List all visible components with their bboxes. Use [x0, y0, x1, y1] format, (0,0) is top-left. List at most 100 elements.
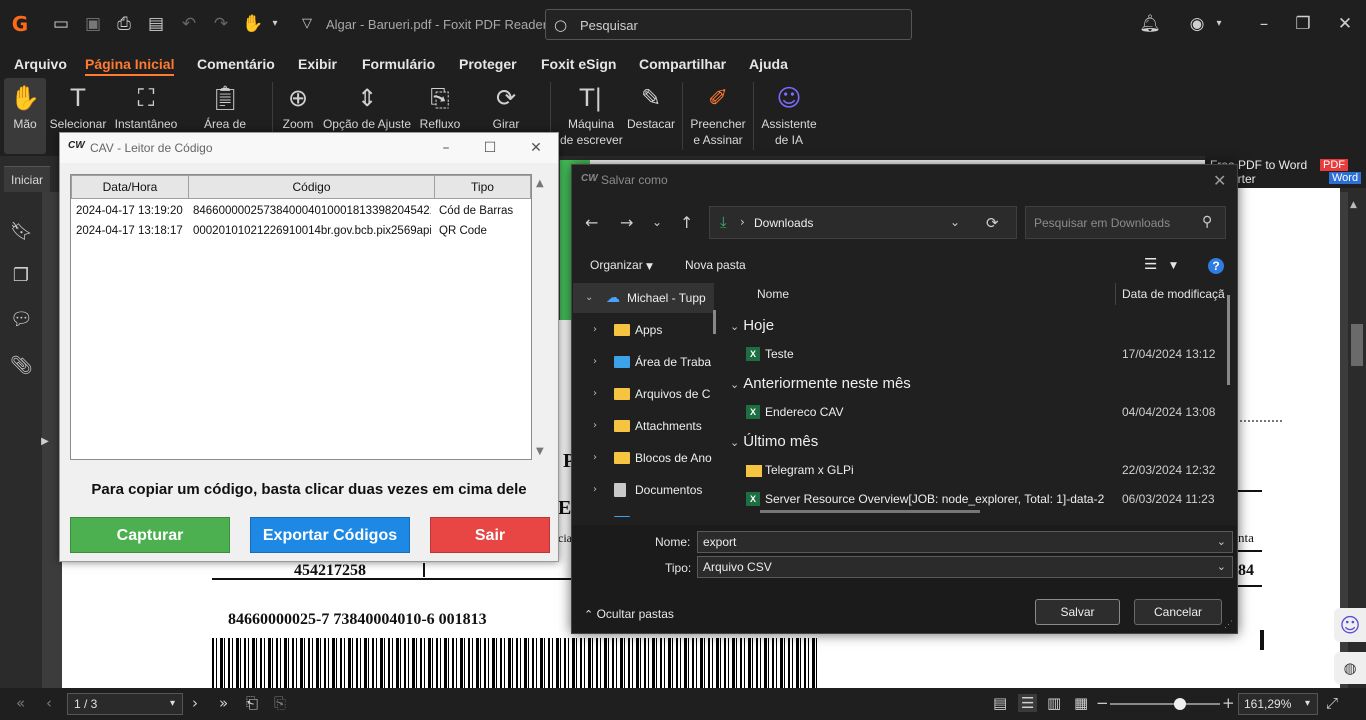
row-1-type[interactable]: Cód de Barras: [439, 205, 529, 217]
recent-locations-icon[interactable]: ⌄: [652, 215, 662, 229]
export-codes-button[interactable]: Exportar Códigos: [250, 517, 410, 553]
file-name-input[interactable]: export ⌄: [697, 531, 1233, 553]
column-header-name[interactable]: Nome: [757, 287, 789, 301]
menu-formulario[interactable]: Formulário: [362, 56, 435, 72]
cancel-button[interactable]: Cancelar: [1134, 599, 1222, 625]
fullscreen-icon[interactable]: ⤢: [1326, 694, 1338, 712]
ai-assistant-button[interactable]: ☺ Assistente de IA: [760, 78, 818, 154]
zoom-out-icon[interactable]: −: [1096, 694, 1109, 712]
highlight-button[interactable]: ✎ Destacar: [626, 78, 676, 154]
column-header-date[interactable]: Data de modificaçã: [1122, 287, 1225, 301]
tree-item-blocos[interactable]: › Blocos de Ano: [573, 443, 714, 473]
hand-tool-icon[interactable]: ✋: [242, 13, 264, 35]
search-input[interactable]: ○ Pesquisar: [545, 9, 912, 40]
previous-view-icon[interactable]: ⎗: [246, 694, 258, 712]
refresh-icon[interactable]: ⟳: [986, 214, 999, 232]
account-dropdown-icon[interactable]: ▾: [1208, 13, 1230, 35]
menu-pagina-inicial[interactable]: Página Inicial: [85, 56, 175, 76]
customize-toolbar-icon[interactable]: ▽: [296, 13, 318, 35]
group-today[interactable]: ⌄ Hoje: [730, 317, 774, 334]
up-folder-icon[interactable]: ↑: [680, 213, 693, 232]
address-bar[interactable]: ⤓ › Downloads ⌄ ⟳: [709, 206, 1017, 239]
first-page-icon[interactable]: «: [16, 694, 25, 712]
menu-foxit-esign[interactable]: Foxit eSign: [541, 56, 616, 72]
file-row[interactable]: X Teste 17/04/2024 13:12: [722, 345, 1227, 367]
hand-tool-button[interactable]: ✋ Mão: [4, 78, 46, 154]
tree-item-attachments[interactable]: › Attachments: [573, 411, 714, 441]
view-options-icon[interactable]: ☰: [1144, 255, 1157, 273]
page-number-input[interactable]: 1 / 3 ▾: [67, 693, 183, 715]
new-folder-button[interactable]: Nova pasta: [685, 258, 746, 272]
column-header-type[interactable]: Tipo: [434, 175, 531, 199]
ai-assistant-floating-icon[interactable]: ☺: [1334, 608, 1366, 642]
last-page-icon[interactable]: »: [219, 694, 228, 712]
resize-grip-icon[interactable]: ⋰: [1224, 619, 1233, 630]
organize-menu[interactable]: Organizar ▼: [590, 258, 653, 272]
save-dialog-close-icon[interactable]: ✕: [1213, 171, 1226, 190]
hide-folders-toggle[interactable]: ⌃ Ocultar pastas: [584, 607, 674, 621]
ai-chat-floating-icon[interactable]: ◍: [1334, 652, 1366, 684]
scroll-up-icon[interactable]: ▲: [1350, 200, 1357, 210]
comments-icon[interactable]: 💬︎: [10, 308, 33, 332]
single-page-view-icon[interactable]: ▤: [993, 694, 1007, 712]
scroll-down-icon[interactable]: ▼: [536, 446, 544, 457]
menu-arquivo[interactable]: Arquivo: [14, 56, 67, 72]
tree-item-desktop[interactable]: › Área de Traba: [573, 347, 714, 377]
column-header-code[interactable]: Código: [188, 175, 435, 199]
zoom-slider[interactable]: [1110, 698, 1220, 710]
page-thumbnails-icon[interactable]: ❐: [10, 264, 32, 288]
row-2-type[interactable]: QR Code: [439, 225, 529, 237]
redo-icon[interactable]: ↷: [210, 13, 232, 35]
save-icon[interactable]: ▣: [82, 13, 104, 35]
group-last-month[interactable]: ⌄ Último mês: [730, 433, 818, 450]
help-icon[interactable]: ?: [1208, 258, 1224, 274]
codes-table-scrollbar[interactable]: ▲ ▼: [534, 174, 550, 460]
scrollbar-thumb[interactable]: [1351, 324, 1363, 366]
facing-view-icon[interactable]: ▥: [1047, 694, 1061, 712]
view-dropdown-icon[interactable]: ▼: [1170, 261, 1177, 271]
file-list-scrollbar-thumb[interactable]: [1227, 295, 1230, 385]
file-row[interactable]: X Endereco CAV 04/04/2024 13:08: [722, 403, 1227, 425]
notification-bell-icon[interactable]: 🔔︎: [1139, 13, 1161, 35]
exit-button[interactable]: Sair: [430, 517, 550, 553]
file-row[interactable]: X Server Resource Overview[JOB: node_expl…: [722, 490, 1227, 512]
bookmark-icon[interactable]: 🔖︎: [10, 220, 33, 244]
menu-ajuda[interactable]: Ajuda: [749, 56, 788, 72]
cav-minimize-icon[interactable]: –: [431, 137, 461, 159]
row-2-code[interactable]: 00020101021226910014br.gov.bcb.pix2569ap…: [193, 225, 431, 237]
file-type-select[interactable]: Arquivo CSV ⌄: [697, 556, 1233, 578]
tab-iniciar[interactable]: Iniciar: [4, 166, 50, 192]
tree-item-onedrive[interactable]: ⌄ ☁ Michael - Tupp: [573, 283, 714, 313]
fill-sign-button[interactable]: ✐ Preencher e Assinar: [688, 78, 748, 154]
forward-arrow-icon[interactable]: →: [620, 213, 633, 232]
zoom-slider-knob[interactable]: [1174, 698, 1187, 710]
row-1-code[interactable]: 8466000002573840004010001813398204542172…: [193, 205, 431, 217]
group-earlier-this-month[interactable]: ⌄ Anteriormente neste mês: [730, 375, 911, 392]
restore-icon[interactable]: ❐: [1292, 13, 1314, 35]
next-page-icon[interactable]: ›: [192, 694, 198, 712]
close-icon[interactable]: ✕: [1334, 13, 1356, 35]
attachments-icon[interactable]: 📎︎: [10, 354, 33, 378]
address-dropdown-icon[interactable]: ⌄: [950, 215, 960, 229]
minimize-icon[interactable]: –: [1253, 13, 1275, 35]
back-arrow-icon[interactable]: ←: [585, 213, 598, 232]
account-icon[interactable]: ◉: [1186, 13, 1208, 35]
row-1-datetime[interactable]: 2024-04-17 13:19:20: [76, 205, 186, 217]
capture-button[interactable]: Capturar: [70, 517, 230, 553]
previous-page-icon[interactable]: ‹: [46, 694, 52, 712]
typewriter-button[interactable]: T| Máquina de escrever: [560, 78, 623, 154]
zoom-level-input[interactable]: 161,29% ▾: [1238, 693, 1318, 715]
new-document-icon[interactable]: ▤: [145, 13, 167, 35]
horizontal-scrollbar-thumb[interactable]: [760, 510, 980, 513]
menu-compartilhar[interactable]: Compartilhar: [639, 56, 726, 72]
continuous-facing-view-icon[interactable]: ▦: [1074, 694, 1088, 712]
row-2-datetime[interactable]: 2024-04-17 13:18:17: [76, 225, 186, 237]
menu-exibir[interactable]: Exibir: [298, 56, 337, 72]
tree-item-apps[interactable]: › Apps: [573, 315, 714, 345]
quick-access-dropdown-icon[interactable]: ▾: [264, 13, 286, 35]
save-button[interactable]: Salvar: [1035, 599, 1120, 625]
open-file-icon[interactable]: ▭: [50, 13, 72, 35]
menu-proteger[interactable]: Proteger: [459, 56, 517, 72]
expand-panel-icon[interactable]: ▶: [40, 430, 50, 454]
tree-item-arquivos[interactable]: › Arquivos de C: [573, 379, 714, 409]
